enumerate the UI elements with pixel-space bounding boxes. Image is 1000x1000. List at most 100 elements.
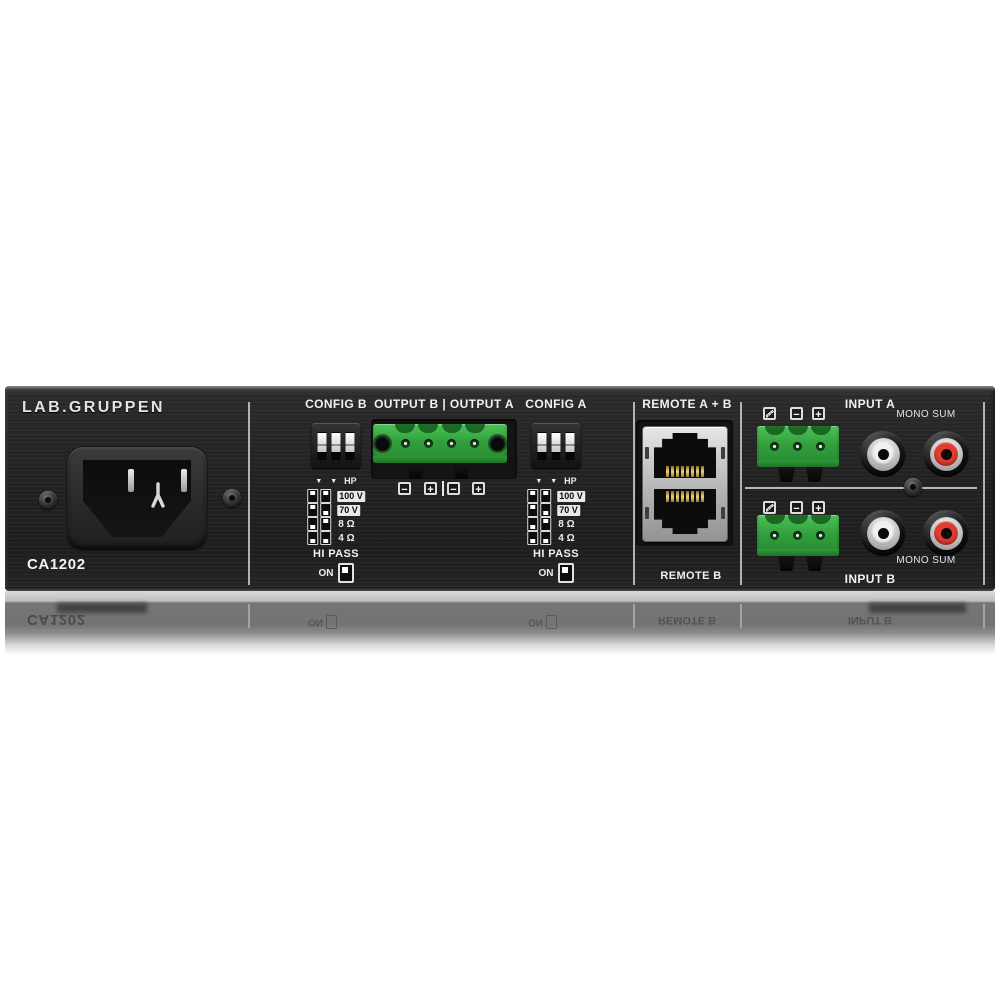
legend-label: 4 Ω [338, 533, 354, 544]
connector-latch [407, 464, 424, 479]
minus-icon: − [447, 482, 460, 495]
rj45-pins [666, 466, 704, 477]
remote-b-reflection: REMOTE B [622, 614, 752, 626]
connector-base [757, 549, 839, 556]
terminal-pin [816, 442, 825, 451]
wire-port [442, 424, 462, 433]
legend-label: 100 V [557, 491, 585, 502]
input-b-phoenix-connector[interactable] [757, 515, 839, 556]
channel-separator [442, 481, 444, 496]
brand-logo: LAB.GRUPPEN [22, 399, 165, 417]
plus-icon: + [424, 482, 437, 495]
mini-switch-icon [540, 503, 551, 517]
bezel-clip [721, 447, 725, 459]
mini-switch-icon [527, 517, 538, 531]
iec-line-pin [128, 469, 134, 492]
rca-jack-white-input-b[interactable] [860, 510, 906, 556]
minus-icon: − [790, 407, 803, 420]
terminal-pin [470, 439, 479, 448]
rca-jack-red-input-a[interactable] [923, 431, 969, 477]
dip-switch-2[interactable] [332, 432, 341, 460]
on-switch-icon [338, 563, 354, 583]
dip-switch-2[interactable] [552, 432, 561, 460]
terminal-pin [770, 442, 779, 451]
mini-switch-icon [307, 503, 318, 517]
dip-switch-1[interactable] [318, 432, 327, 460]
dip-switch-3[interactable] [346, 432, 355, 460]
mini-switch-icon [320, 531, 331, 545]
mini-switch-icon [540, 517, 551, 531]
plus-icon: + [812, 501, 825, 514]
mini-switch-icon [307, 489, 318, 503]
terminal-pin [401, 439, 410, 448]
wire-port [811, 426, 831, 435]
hp-label: HP [564, 476, 577, 486]
section-divider [248, 402, 250, 585]
mini-switch-icon [320, 489, 331, 503]
config-legend: 100 V 70 V 8 Ω 4 Ω [527, 489, 585, 545]
connector-latch [778, 556, 795, 571]
legend-row-100v: 100 V [527, 489, 585, 503]
input-b-title: INPUT B [795, 572, 945, 586]
mini-switch-icon [540, 531, 551, 545]
remote-title: REMOTE A + B [623, 397, 751, 411]
legend-header: ▼ ▼ HP [535, 476, 576, 486]
chassis-ground-icon [763, 501, 776, 514]
minus-icon: − [790, 501, 803, 514]
iec-ground-pin [149, 482, 167, 509]
legend-label: 100 V [337, 491, 365, 502]
mini-switch-icon [307, 531, 318, 545]
mini-switch-icon [307, 517, 318, 531]
legend-label: 70 V [557, 505, 580, 516]
connector-latch [778, 467, 795, 482]
dip-switch-block[interactable] [312, 423, 361, 468]
mini-switch-icon [527, 489, 538, 503]
screw-icon [223, 489, 241, 507]
screw-icon [39, 491, 57, 509]
terminal-pin [793, 442, 802, 451]
down-arrows-icon: ▼ ▼ [535, 478, 560, 485]
config-a-title: CONFIG A [481, 397, 631, 411]
mono-sum-label: MONO SUM [888, 409, 964, 420]
dip-switch-3[interactable] [566, 432, 575, 460]
bezel-clip [645, 447, 649, 459]
wire-port [395, 424, 415, 433]
legend-row-70v: 70 V [527, 503, 585, 517]
terminal-pin [816, 531, 825, 540]
rj45-bezel [642, 426, 728, 542]
mini-switch-icon [527, 503, 538, 517]
legend-row-70v: 70 V [307, 503, 365, 517]
legend-label: 8 Ω [338, 519, 354, 530]
bezel-clip [645, 507, 649, 519]
input-a-phoenix-connector[interactable] [757, 426, 839, 467]
connector-latch [453, 464, 470, 479]
terminal-pin [770, 531, 779, 540]
on-reflection: ON [308, 615, 337, 629]
wire-port [811, 515, 831, 524]
connector-base [757, 460, 839, 467]
hp-label: HP [344, 476, 357, 486]
legend-row-4ohm: 4 Ω [527, 531, 585, 545]
on-label: ON [319, 568, 334, 579]
mini-switch-icon [320, 517, 331, 531]
mini-switch-icon [540, 489, 551, 503]
on-label: ON [539, 568, 554, 579]
legend-header: ▼ ▼ HP [315, 476, 356, 486]
dip-switch-1[interactable] [538, 432, 547, 460]
wire-port [418, 424, 438, 433]
terminal-screw[interactable] [375, 436, 390, 451]
model-number-reflection: CA1202 [27, 611, 86, 628]
input-section-divider [745, 487, 977, 489]
product-photo-lab-gruppen-amplifier: LAB.GRUPPEN CA1202 CONFIG B ▼ ▼ HP [0, 0, 1000, 1000]
rca-jack-red-input-b[interactable] [923, 510, 969, 556]
on-reflection: ON [528, 615, 557, 629]
dip-switch-block[interactable] [532, 423, 581, 468]
connector-latch [806, 556, 823, 571]
input-b-reflection: INPUT B [805, 614, 935, 626]
legend-label: 4 Ω [558, 533, 574, 544]
bezel-clip [721, 507, 725, 519]
hi-pass-label: HI PASS [481, 548, 631, 560]
rca-jack-white-input-a[interactable] [860, 431, 906, 477]
down-arrows-icon: ▼ ▼ [315, 478, 340, 485]
config-legend: 100 V 70 V 8 Ω 4 Ω [307, 489, 365, 545]
